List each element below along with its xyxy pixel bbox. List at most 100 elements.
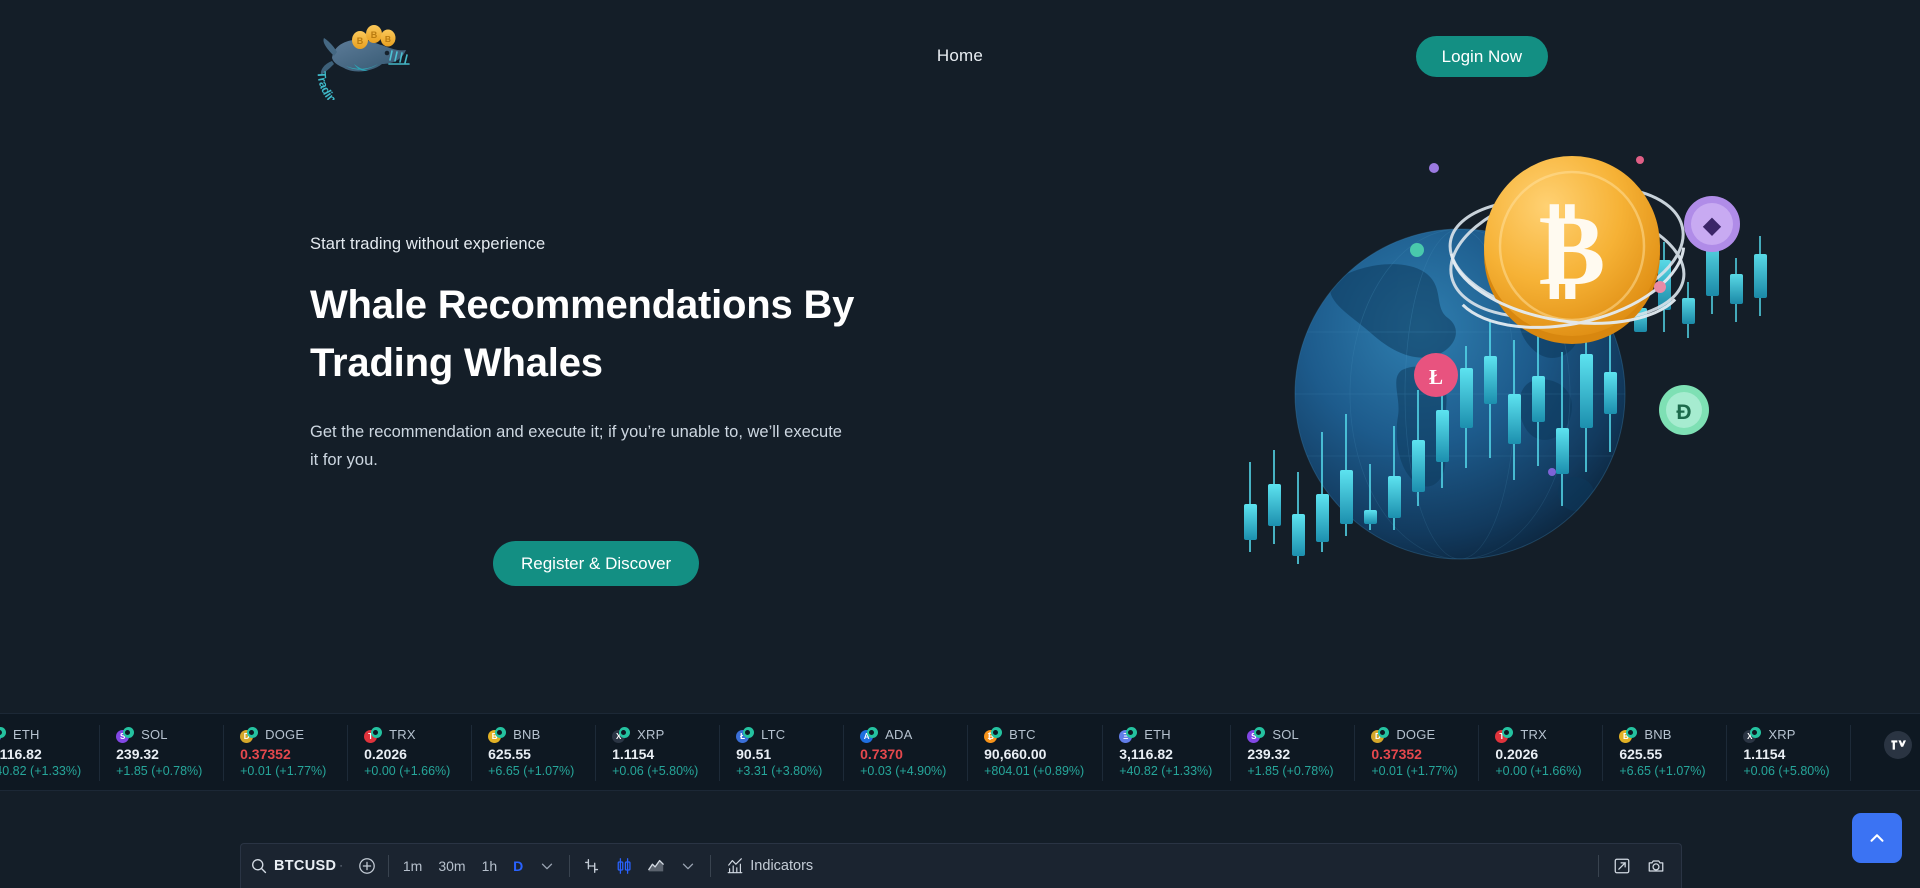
timeframe-1h[interactable]: 1h bbox=[474, 852, 506, 880]
chart-style-bars-button[interactable] bbox=[576, 851, 608, 881]
timeframe-more-button[interactable] bbox=[531, 851, 563, 881]
ticker-change: +804.01 (+0.89%) bbox=[984, 764, 1085, 779]
ticker-change: +0.00 (+1.66%) bbox=[1495, 764, 1582, 779]
ticker-item-xrp[interactable]: X XRP 1.1154 +0.06 (+5.80%) bbox=[596, 725, 721, 781]
ticker-item-xrp[interactable]: X XRP 1.1154 +0.06 (+5.80%) bbox=[1727, 725, 1852, 781]
login-now-button[interactable]: Login Now bbox=[1415, 36, 1548, 77]
ticker-symbol: BNB bbox=[513, 727, 541, 743]
svg-text:Ð: Ð bbox=[1676, 401, 1691, 424]
satellite-eth: ◆ bbox=[1684, 196, 1740, 252]
ticker-track: Ξ ETH 3,116.82 +40.82 (+1.33%) S SOL 239.32 +1.… bbox=[0, 714, 1852, 790]
ticker-item-trx[interactable]: T TRX 0.2026 +0.00 (+1.66%) bbox=[348, 725, 473, 781]
chevron-up-icon bbox=[1870, 834, 1884, 842]
search-icon bbox=[252, 859, 267, 874]
ticker-symbol: LTC bbox=[761, 727, 786, 743]
ticker-item-head: D DOGE bbox=[1371, 726, 1460, 743]
ticker-price: 625.55 bbox=[1619, 745, 1663, 762]
ticker-change: +0.01 (+1.77%) bbox=[1371, 764, 1458, 779]
timeframe-1m[interactable]: 1m bbox=[395, 852, 430, 880]
ticker-item-eth[interactable]: Ξ ETH 3,116.82 +40.82 (+1.33%) bbox=[1103, 725, 1232, 781]
register-discover-button[interactable]: Register & Discover bbox=[493, 541, 700, 586]
ticker-symbol: XRP bbox=[1768, 727, 1796, 743]
ticker-symbol: DOGE bbox=[265, 727, 305, 743]
bnb-coin-icon: B bbox=[488, 726, 507, 743]
ticker-item-eth[interactable]: Ξ ETH 3,116.82 +40.82 (+1.33%) bbox=[0, 725, 101, 781]
ticker-item-ada[interactable]: A ADA 0.7370 +0.03 (+4.90%) bbox=[844, 725, 969, 781]
ticker-item-doge[interactable]: D DOGE 0.37352 +0.01 (+1.77%) bbox=[1355, 725, 1480, 781]
ticker-item-sol[interactable]: S SOL 239.32 +1.85 (+0.78%) bbox=[100, 725, 225, 781]
indicators-button[interactable]: Indicators bbox=[717, 851, 822, 881]
ticker-item-head: A ADA bbox=[860, 726, 949, 743]
ticker-item-head: S SOL bbox=[1247, 726, 1336, 743]
ticker-symbol: ETH bbox=[13, 727, 40, 743]
ticker-change: +0.06 (+5.80%) bbox=[1743, 764, 1830, 779]
doge-coin-icon: D bbox=[240, 726, 259, 743]
snapshot-button[interactable] bbox=[1639, 851, 1673, 881]
nav-item-home[interactable]: Home bbox=[927, 40, 993, 72]
hero-title-line-1: Whale Recommendations By bbox=[310, 283, 855, 327]
ticker-change: +0.03 (+4.90%) bbox=[860, 764, 947, 779]
ticker-item-trx[interactable]: T TRX 0.2026 +0.00 (+1.66%) bbox=[1479, 725, 1604, 781]
ticker-item-bnb[interactable]: B BNB 625.55 +6.65 (+1.07%) bbox=[472, 725, 597, 781]
globe-bitcoin-candlestick-illustration-icon: ₿ ◆ Ł Ð bbox=[1244, 156, 1767, 564]
ticker-item-head: Ξ ETH bbox=[1119, 726, 1212, 743]
ticker-price: 3,116.82 bbox=[0, 745, 42, 762]
ticker-item-head: B BNB bbox=[1619, 726, 1708, 743]
ticker-symbol: BTC bbox=[1009, 727, 1036, 743]
ticker-item-sol[interactable]: S SOL 239.32 +1.85 (+0.78%) bbox=[1231, 725, 1356, 781]
symbol-search-button[interactable]: BTCUSD · bbox=[241, 851, 352, 881]
ticker-change: +40.82 (+1.33%) bbox=[0, 764, 82, 779]
plus-circle-icon bbox=[359, 858, 375, 874]
symbol-suffix: · bbox=[339, 860, 343, 872]
hero-title-line-2: Trading Whales bbox=[310, 341, 603, 385]
ticker-change: +40.82 (+1.33%) bbox=[1119, 764, 1213, 779]
site-header: B B B Trading Whales Home Login Now bbox=[0, 0, 1920, 112]
ticker-symbol: XRP bbox=[637, 727, 665, 743]
ticker-item-head: T TRX bbox=[364, 726, 453, 743]
timeframe-D[interactable]: D bbox=[505, 852, 531, 880]
ada-coin-icon: A bbox=[860, 726, 879, 743]
chart-style-group bbox=[576, 844, 704, 888]
ticker-price: 0.7370 bbox=[860, 745, 903, 762]
svg-text:◆: ◆ bbox=[1703, 212, 1722, 239]
chart-style-area-button[interactable] bbox=[640, 851, 672, 881]
chart-style-more-button[interactable] bbox=[672, 851, 704, 881]
ltc-coin-icon: Ł bbox=[736, 726, 755, 743]
ticker-symbol: SOL bbox=[1272, 727, 1299, 743]
trx-coin-icon: T bbox=[1495, 726, 1514, 743]
ticker-change: +1.85 (+0.78%) bbox=[1247, 764, 1334, 779]
candles-icon bbox=[617, 858, 631, 874]
ticker-symbol: ETH bbox=[1144, 727, 1171, 743]
hero-eyebrow: Start trading without experience bbox=[310, 235, 546, 253]
fullscreen-button[interactable] bbox=[1605, 851, 1639, 881]
timeframe-30m[interactable]: 30m bbox=[430, 852, 473, 880]
hero-copy: Start trading without experience Whale R… bbox=[310, 235, 870, 475]
chevron-down-icon bbox=[683, 863, 694, 870]
ticker-change: +0.01 (+1.77%) bbox=[240, 764, 327, 779]
main-nav: Home bbox=[0, 0, 1920, 112]
indicators-chart-icon bbox=[727, 858, 743, 874]
eth-coin-icon: Ξ bbox=[0, 726, 6, 743]
area-icon bbox=[648, 859, 665, 872]
ticker-item-btc[interactable]: ₿ BTC 90,660.00 +804.01 (+0.89%) bbox=[968, 725, 1104, 781]
ticker-change: +1.85 (+0.78%) bbox=[116, 764, 203, 779]
market-ticker-bar[interactable]: Ξ ETH 3,116.82 +40.82 (+1.33%) S SOL 239.32 +1.… bbox=[0, 713, 1920, 791]
ticker-symbol: ADA bbox=[885, 727, 913, 743]
scroll-to-top-button[interactable] bbox=[1852, 813, 1902, 863]
ticker-item-ltc[interactable]: Ł LTC 90.51 +3.31 (+3.80%) bbox=[720, 725, 845, 781]
toolbar-divider-4 bbox=[1598, 855, 1599, 877]
ticker-item-bnb[interactable]: B BNB 625.55 +6.65 (+1.07%) bbox=[1603, 725, 1728, 781]
ticker-item-head: Ł LTC bbox=[736, 726, 825, 743]
ticker-price: 0.37352 bbox=[240, 745, 291, 762]
ticker-change: +6.65 (+1.07%) bbox=[1619, 764, 1706, 779]
ticker-item-doge[interactable]: D DOGE 0.37352 +0.01 (+1.77%) bbox=[224, 725, 349, 781]
ticker-item-head: X XRP bbox=[612, 726, 701, 743]
ticker-symbol: BNB bbox=[1644, 727, 1672, 743]
ticker-item-head: S SOL bbox=[116, 726, 205, 743]
ticker-symbol: TRX bbox=[1520, 727, 1547, 743]
add-symbol-button[interactable] bbox=[352, 851, 382, 881]
hero-title: Whale Recommendations By Trading Whales bbox=[310, 276, 870, 392]
tradingview-badge-icon[interactable] bbox=[1884, 731, 1912, 759]
ticker-item-head: X XRP bbox=[1743, 726, 1832, 743]
chart-style-candles-button[interactable] bbox=[608, 851, 640, 881]
